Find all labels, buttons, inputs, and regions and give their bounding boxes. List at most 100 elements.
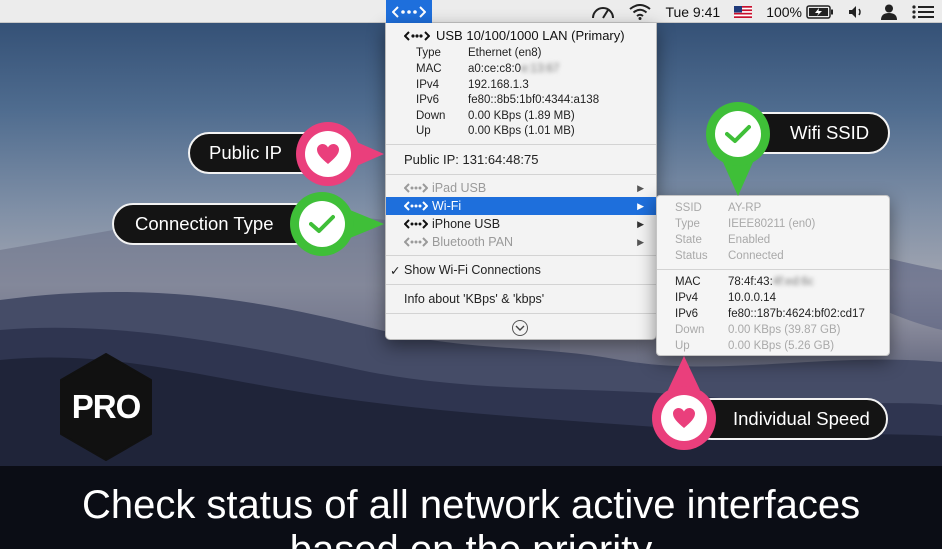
field-value: Enabled <box>728 234 771 246</box>
menu-item-label: Show Wi-Fi Connections <box>404 263 541 277</box>
callout-label: Connection Type <box>135 213 274 234</box>
field-value: 10.0.0.14 <box>728 292 776 304</box>
field-value: a0:ce:c8:0 <box>468 63 522 75</box>
field-key: Type <box>416 47 441 59</box>
menu-item-label: Info about 'KBps' & 'kbps' <box>404 292 545 306</box>
network-interface-icon <box>404 182 428 194</box>
network-interface-icon <box>404 200 428 212</box>
field-key: SSID <box>675 202 702 214</box>
battery-charging-icon[interactable] <box>806 0 834 23</box>
field-value: IEEE80211 (en0) <box>728 218 816 230</box>
field-key: IPv6 <box>675 308 699 320</box>
connection-type-badge <box>290 192 354 256</box>
field-value: 0.00 KBps (1.89 MB) <box>468 110 575 122</box>
wifi-type-row: Type IEEE80211 (en0) <box>675 218 815 230</box>
interface-item-ipad-usb[interactable]: iPad USB ▶ <box>386 179 656 197</box>
network-interface-icon <box>404 236 428 248</box>
network-interface-icon <box>404 218 428 230</box>
blurred-mac-suffix: e:13:67 <box>521 63 560 75</box>
field-value: Ethernet (en8) <box>468 47 542 59</box>
network-interface-icon <box>404 30 430 41</box>
caption-line-1: Check status of all network active inter… <box>81 483 861 527</box>
gauge-icon[interactable] <box>591 0 615 23</box>
separator <box>386 144 656 145</box>
menu-bar: Tue 9:41 100% <box>0 0 942 23</box>
info-units-item[interactable]: Info about 'KBps' & 'kbps' <box>386 290 656 308</box>
caption-line-2: based on the priority <box>0 528 942 549</box>
field-value: AY-RP <box>728 202 762 214</box>
field-key: MAC <box>416 63 442 75</box>
interface-label: Bluetooth PAN <box>432 235 514 249</box>
blurred-mac-suffix: 4f:ed:6c <box>772 276 814 288</box>
individual-speed-callout: Individual Speed <box>690 398 888 440</box>
submenu-arrow-icon: ▶ <box>637 182 644 193</box>
field-key: Down <box>416 110 446 122</box>
interface-item-wifi[interactable]: Wi-Fi ▶ <box>386 197 656 215</box>
wifi-status-row: Status Connected <box>675 250 784 262</box>
connection-type-callout: Connection Type <box>112 203 316 245</box>
separator <box>657 269 889 270</box>
user-icon[interactable] <box>880 0 898 23</box>
primary-interface-header[interactable]: USB 10/100/1000 LAN (Primary) <box>404 28 625 43</box>
pro-badge-label: PRO <box>71 388 142 425</box>
heart-icon <box>673 408 695 428</box>
speaker-icon[interactable] <box>848 0 866 23</box>
battery-percent[interactable]: 100% <box>766 0 802 23</box>
primary-type-row: Type Ethernet (en8) <box>416 47 542 59</box>
field-value: 192.168.1.3 <box>468 79 529 91</box>
field-value: fe80::8b5:1bf0:4344:a138 <box>468 94 600 106</box>
wifi-ipv6-row: IPv6 fe80::187b:4624:bf02:cd17 <box>675 308 865 320</box>
separator <box>386 284 656 285</box>
field-key: IPv6 <box>416 94 440 106</box>
primary-down-row: Down 0.00 KBps (1.89 MB) <box>416 110 575 122</box>
field-value: fe80::187b:4624:bf02:cd17 <box>728 308 865 320</box>
separator <box>386 174 656 175</box>
checkmark-icon <box>309 215 335 233</box>
submenu-arrow-icon: ▶ <box>637 236 644 247</box>
show-wifi-connections-item[interactable]: ✓ Show Wi-Fi Connections <box>386 261 656 279</box>
checkmark-icon: ✓ <box>390 263 401 278</box>
us-flag-icon[interactable] <box>734 0 753 23</box>
network-interface-icon <box>392 5 426 18</box>
field-value: 0.00 KBps (39.87 GB) <box>728 324 841 336</box>
wifi-state-row: State Enabled <box>675 234 770 246</box>
network-interface-menu-button[interactable] <box>386 0 432 23</box>
separator <box>386 255 656 256</box>
caption-banner: Check status of all network active inter… <box>0 466 942 549</box>
clock[interactable]: Tue 9:41 <box>665 0 720 23</box>
wifi-icon[interactable] <box>629 0 652 23</box>
field-key: Down <box>675 324 705 336</box>
field-key: Up <box>416 125 431 137</box>
interface-item-bluetooth-pan[interactable]: Bluetooth PAN ▶ <box>386 233 656 251</box>
primary-ipv6-row: IPv6 fe80::8b5:1bf0:4344:a138 <box>416 94 599 106</box>
field-key: State <box>675 234 702 246</box>
submenu-arrow-icon: ▶ <box>637 218 644 229</box>
wifi-ssid-badge <box>706 102 770 166</box>
wifi-mac-row: MAC 78:4f:43: 4f:ed:6c <box>675 276 814 288</box>
wifi-details-submenu: SSID AY-RP Type IEEE80211 (en0) State Enabl… <box>656 195 890 356</box>
field-key: Status <box>675 250 708 262</box>
primary-up-row: Up 0.00 KBps (1.01 MB) <box>416 125 575 137</box>
individual-speed-badge <box>652 386 716 450</box>
chevron-down-icon <box>515 325 525 331</box>
separator <box>386 313 656 314</box>
primary-interface-title: USB 10/100/1000 LAN (Primary) <box>436 28 625 43</box>
callout-pointer <box>668 356 700 390</box>
primary-ipv4-row: IPv4 192.168.1.3 <box>416 79 529 91</box>
wifi-down-row: Down 0.00 KBps (39.87 GB) <box>675 324 841 336</box>
wifi-ssid-row: SSID AY-RP <box>675 202 761 214</box>
primary-mac-row: MAC a0:ce:c8:0 e:13:67 <box>416 63 559 75</box>
wifi-ipv4-row: IPv4 10.0.0.14 <box>675 292 776 304</box>
list-icon[interactable] <box>912 0 934 23</box>
callout-label: Wifi SSID <box>790 122 870 143</box>
field-value: 0.00 KBps (1.01 MB) <box>468 125 575 137</box>
field-value: Connected <box>728 250 784 262</box>
checkmark-icon <box>725 125 751 143</box>
field-key: IPv4 <box>675 292 699 304</box>
interface-item-iphone-usb[interactable]: iPhone USB ▶ <box>386 215 656 233</box>
public-ip-label: Public IP: 131:64:48:75 <box>404 151 539 167</box>
field-value: 0.00 KBps (5.26 GB) <box>728 340 835 352</box>
public-ip-item[interactable]: Public IP: 131:64:48:75 <box>386 150 656 168</box>
wifi-up-row: Up 0.00 KBps (5.26 GB) <box>675 340 834 352</box>
expand-more-button[interactable] <box>512 320 528 336</box>
